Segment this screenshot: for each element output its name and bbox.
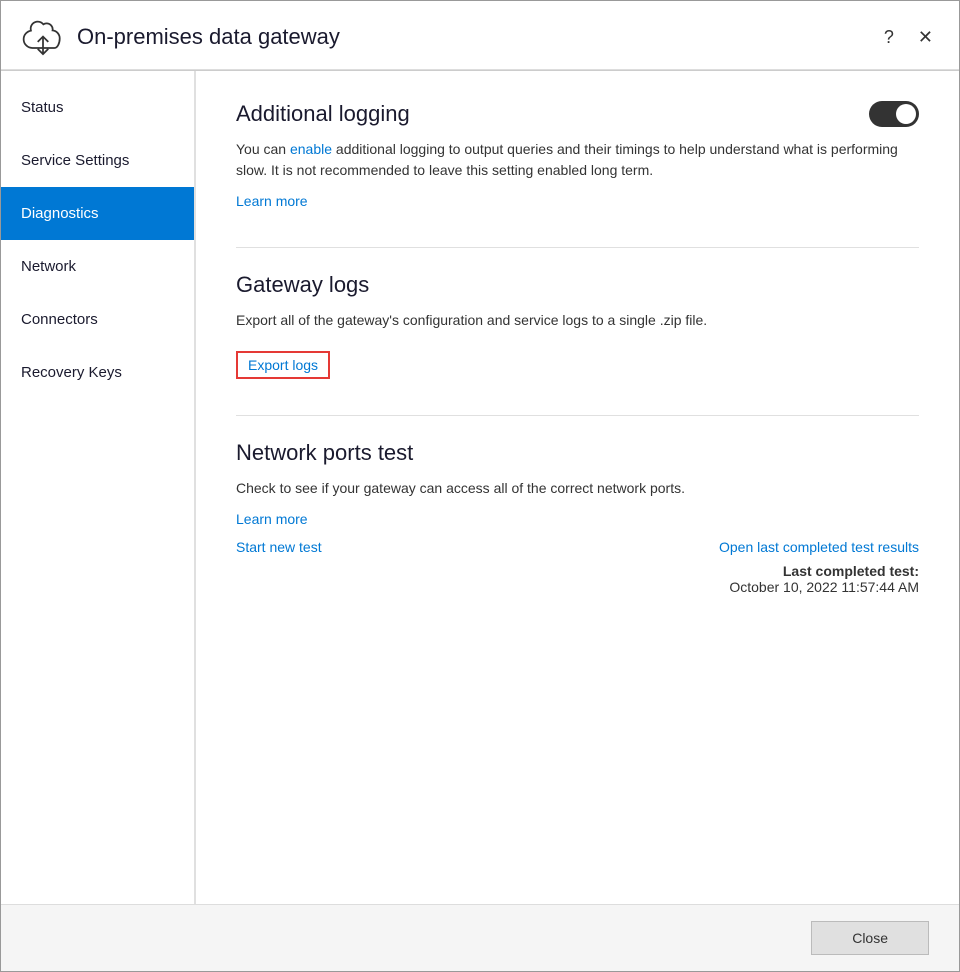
gateway-logs-title: Gateway logs — [236, 272, 369, 298]
title-bar: On-premises data gateway ? ✕ — [1, 1, 959, 70]
cloud-icon — [21, 17, 65, 57]
sidebar-item-connectors[interactable]: Connectors — [1, 293, 194, 346]
sidebar-item-network[interactable]: Network — [1, 240, 194, 293]
network-ports-test-desc: Check to see if your gateway can access … — [236, 478, 916, 499]
additional-logging-header: Additional logging — [236, 101, 919, 127]
this-highlight: this — [466, 162, 488, 178]
divider-1 — [236, 247, 919, 248]
gateway-logs-desc: Export all of the gateway's configuratio… — [236, 310, 916, 331]
last-completed-label: Last completed test: — [783, 563, 919, 579]
start-new-test-link[interactable]: Start new test — [236, 539, 322, 555]
window-close-button[interactable]: ✕ — [912, 25, 939, 50]
app-window: On-premises data gateway ? ✕ Status Serv… — [0, 0, 960, 972]
enable-highlight: enable — [290, 141, 332, 157]
export-logs-link[interactable]: Export logs — [236, 351, 330, 379]
divider-2 — [236, 415, 919, 416]
additional-logging-section: Additional logging You can enable additi… — [236, 101, 919, 211]
footer: Close — [1, 904, 959, 971]
title-left: On-premises data gateway — [21, 17, 340, 57]
additional-logging-title: Additional logging — [236, 101, 410, 127]
gateway-logs-section: Gateway logs Export all of the gateway's… — [236, 272, 919, 379]
main-content: Additional logging You can enable additi… — [196, 71, 959, 904]
network-ports-actions: Start new test Open last completed test … — [236, 539, 919, 555]
title-controls: ? ✕ — [878, 25, 939, 50]
sidebar: Status Service Settings Diagnostics Netw… — [1, 71, 196, 904]
open-last-results-link[interactable]: Open last completed test results — [719, 539, 919, 555]
sidebar-item-recovery-keys[interactable]: Recovery Keys — [1, 346, 194, 399]
app-title: On-premises data gateway — [77, 24, 340, 50]
close-button[interactable]: Close — [811, 921, 929, 955]
network-ports-test-header: Network ports test — [236, 440, 919, 466]
sidebar-item-status[interactable]: Status — [1, 81, 194, 134]
network-ports-test-section: Network ports test Check to see if your … — [236, 440, 919, 595]
sidebar-item-diagnostics[interactable]: Diagnostics — [1, 187, 194, 240]
content-area: Status Service Settings Diagnostics Netw… — [1, 71, 959, 904]
sidebar-item-service-settings[interactable]: Service Settings — [1, 134, 194, 187]
last-completed-info: Last completed test: October 10, 2022 11… — [236, 563, 919, 595]
additional-logging-desc: You can enable additional logging to out… — [236, 139, 916, 181]
gateway-logs-header: Gateway logs — [236, 272, 919, 298]
additional-logging-toggle[interactable] — [869, 101, 919, 127]
network-ports-learn-more[interactable]: Learn more — [236, 511, 919, 527]
help-button[interactable]: ? — [878, 25, 900, 50]
network-ports-test-title: Network ports test — [236, 440, 413, 466]
last-completed-value: October 10, 2022 11:57:44 AM — [729, 579, 919, 595]
additional-logging-learn-more[interactable]: Learn more — [236, 193, 308, 209]
